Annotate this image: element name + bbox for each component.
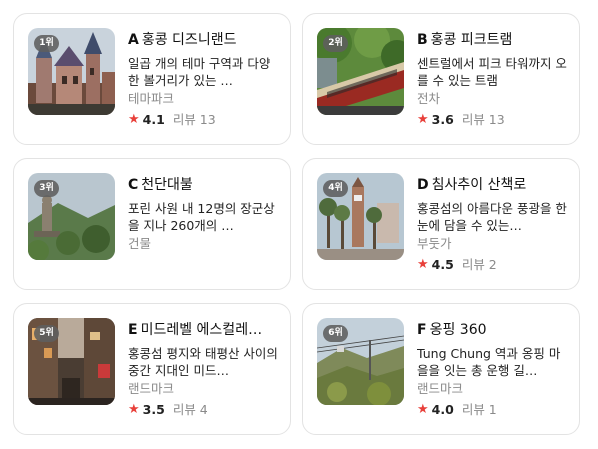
place-letter: B [417,32,428,48]
review-count: 리뷰 2 [461,257,497,272]
place-name: 홍콩 피크트램 [430,32,513,48]
review-count: 리뷰 1 [461,402,497,417]
place-title[interactable]: E 미드레벨 에스컬레… [128,321,278,339]
rating-score: 3.5 [142,402,165,417]
place-card[interactable]: 2위 B 홍콩 피크트램 센트럴에서 피크 타워까지 오를 수 있는 트램 전차 … [302,13,580,145]
review-count: 리뷰 13 [172,112,216,127]
place-rating: ★ 3.6 리뷰 13 [417,111,567,128]
place-card[interactable]: 3위 C 천단대불 포린 사원 내 12명의 장군상을 지나 260개의 … 건물 [13,158,291,290]
review-count: 리뷰 13 [461,112,505,127]
star-icon: ★ [128,402,140,417]
place-title[interactable]: B 홍콩 피크트램 [417,31,567,49]
star-icon: ★ [417,257,429,272]
place-letter: D [417,177,429,193]
place-thumbnail[interactable]: 4위 [317,173,404,260]
place-rating: ★ 4.5 리뷰 2 [417,256,567,273]
place-description: 포린 사원 내 12명의 장군상을 지나 260개의 … [128,201,275,233]
place-rating: ★ 4.1 리뷰 13 [128,111,278,128]
place-thumbnail[interactable]: 2위 [317,28,404,115]
place-name: 침사추이 산책로 [431,177,527,193]
place-card[interactable]: 4위 D 침사추이 산책로 홍콩섬의 아름다운 풍광을 한눈에 담을 수 있는… … [302,158,580,290]
place-thumbnail[interactable]: 1위 [28,28,115,115]
star-icon: ★ [128,112,140,127]
place-grid: 1위 A 홍콩 디즈니랜드 일곱 개의 테마 구역과 다양한 볼거리가 있는 … … [0,0,598,449]
place-description: 일곱 개의 테마 구역과 다양한 볼거리가 있는 … [128,56,271,88]
rank-badge: 5위 [34,325,59,342]
star-icon: ★ [417,402,429,417]
place-name: 옹핑 360 [429,322,487,338]
rank-badge: 6위 [323,325,348,342]
place-description: Tung Chung 역과 옹핑 마을을 잇는 총 운행 길… [417,346,561,378]
place-title[interactable]: A 홍콩 디즈니랜드 [128,31,278,49]
review-count: 리뷰 4 [172,402,208,417]
place-category: 테마파크 [128,91,175,106]
place-name: 천단대불 [141,177,193,193]
rank-badge: 2위 [323,35,348,52]
place-category: 부둣가 [417,236,452,251]
place-name: 홍콩 디즈니랜드 [141,32,237,48]
place-letter: A [128,32,139,48]
rating-score: 4.1 [142,112,165,127]
place-letter: C [128,177,139,193]
place-title[interactable]: F 옹핑 360 [417,321,567,339]
rank-badge: 1위 [34,35,59,52]
place-name: 미드레벨 에스컬레… [140,322,263,338]
place-letter: F [417,322,427,338]
place-card[interactable]: 5위 E 미드레벨 에스컬레… 홍콩섬 평지와 태평산 사이의 중간 지대인 미드… [13,303,291,435]
place-thumbnail[interactable]: 5위 [28,318,115,405]
rating-score: 4.0 [431,402,454,417]
place-description: 홍콩섬의 아름다운 풍광을 한눈에 담을 수 있는… [417,201,567,233]
star-icon: ★ [417,112,429,127]
place-card[interactable]: 1위 A 홍콩 디즈니랜드 일곱 개의 테마 구역과 다양한 볼거리가 있는 … … [13,13,291,145]
place-thumbnail[interactable]: 6위 [317,318,404,405]
place-letter: E [128,322,138,338]
place-title[interactable]: C 천단대불 [128,176,278,194]
rating-score: 3.6 [431,112,454,127]
place-thumbnail[interactable]: 3위 [28,173,115,260]
rank-badge: 3위 [34,180,59,197]
rating-score: 4.5 [431,257,454,272]
place-title[interactable]: D 침사추이 산책로 [417,176,567,194]
place-description: 홍콩섬 평지와 태평산 사이의 중간 지대인 미드… [128,346,278,378]
place-category: 전차 [417,91,441,106]
place-rating: ★ 4.0 리뷰 1 [417,401,567,418]
place-category: 랜드마크 [417,381,464,396]
place-category: 랜드마크 [128,381,175,396]
place-description: 센트럴에서 피크 타워까지 오를 수 있는 트램 [417,56,567,88]
place-rating: ★ 3.5 리뷰 4 [128,401,278,418]
place-category: 건물 [128,236,152,251]
place-card[interactable]: 6위 F 옹핑 360 Tung Chung 역과 옹핑 마을을 잇는 총 운행 … [302,303,580,435]
rank-badge: 4위 [323,180,348,197]
